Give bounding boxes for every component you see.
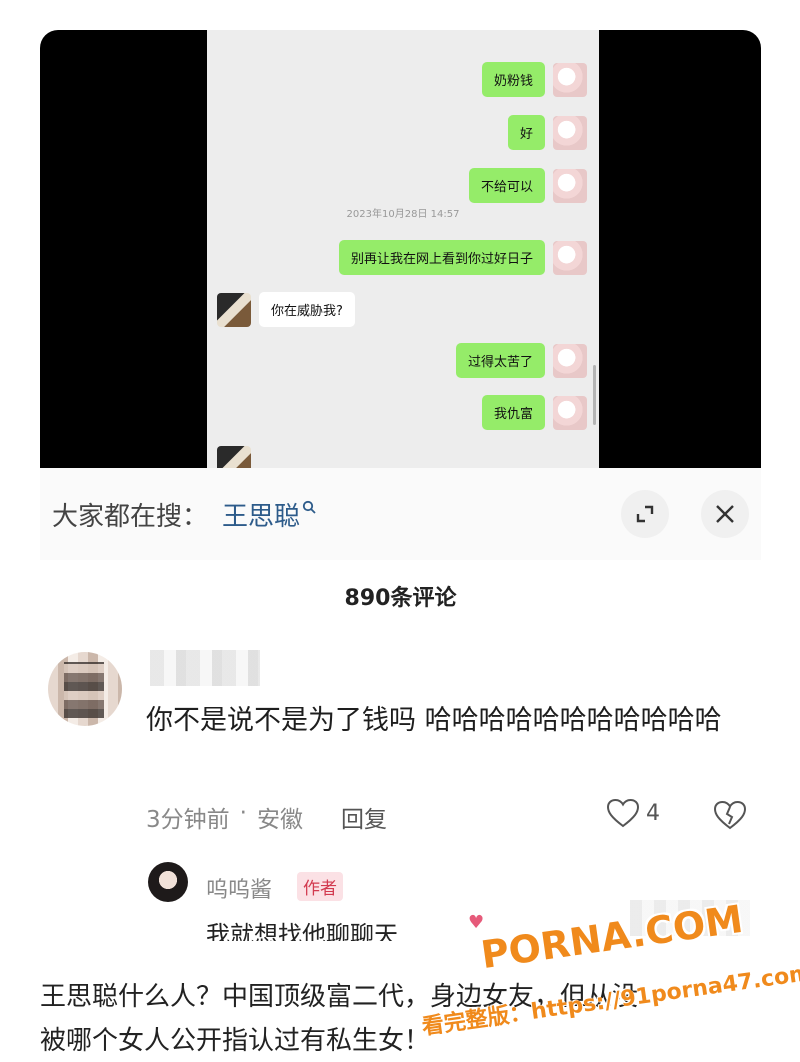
avatar	[553, 395, 587, 430]
close-button[interactable]	[701, 490, 749, 538]
chat-message: 好	[507, 115, 587, 150]
chat-scrollbar	[593, 365, 596, 425]
comments-count-title: 890条评论	[344, 586, 457, 611]
avatar	[217, 446, 251, 468]
chat-screenshot: 奶粉钱 好 不给可以 2023年10月28日 14:57 别再让我在网上看到你过…	[207, 30, 599, 468]
chat-bubble: 你在威胁我?	[259, 292, 355, 327]
chat-message: 不给可以	[468, 168, 587, 203]
video-player[interactable]: 奶粉钱 好 不给可以 2023年10月28日 14:57 别再让我在网上看到你过…	[40, 30, 761, 468]
author-badge: 作者	[297, 872, 343, 901]
chat-bubble: 不给可以	[468, 168, 545, 203]
avatar	[553, 168, 587, 203]
avatar	[553, 343, 587, 378]
expand-button[interactable]	[621, 490, 669, 538]
chat-timestamp: 2023年10月28日 14:57	[346, 209, 460, 220]
reply-button[interactable]: 回复	[341, 800, 387, 834]
chat-message-partial	[217, 446, 259, 468]
chat-bubble: 我仇富	[481, 395, 545, 430]
heart-emoji-icon: ♥	[468, 912, 485, 933]
avatar[interactable]	[48, 652, 122, 726]
reply-author-name[interactable]: 呜呜酱	[206, 872, 272, 904]
avatar	[553, 115, 587, 150]
close-icon	[716, 505, 734, 523]
expand-icon	[636, 505, 654, 523]
search-suggestion-bar: 大家都在搜： 王思聪	[40, 468, 761, 560]
chat-message: 奶粉钱	[481, 62, 587, 97]
watermark-logo: PORNA.COM	[478, 896, 746, 978]
search-term-link[interactable]: 王思聪	[222, 496, 300, 533]
comment-text: 你不是说不是为了钱吗 哈哈哈哈哈哈哈哈哈哈哈	[146, 705, 722, 736]
comment-meta: 3分钟前 · 安徽 回复	[146, 800, 387, 834]
comment-time: 3分钟前	[146, 807, 230, 833]
like-button[interactable]: 4	[606, 798, 660, 828]
chat-message: 你在威胁我?	[217, 292, 355, 327]
chat-bubble: 别再让我在网上看到你过好日子	[338, 240, 545, 275]
chat-bubble: 奶粉钱	[481, 62, 545, 97]
meta-separator: ·	[239, 800, 247, 826]
chat-message: 过得太苦了	[455, 343, 587, 378]
search-icon	[302, 499, 316, 518]
chat-message: 别再让我在网上看到你过好日子	[338, 240, 587, 275]
avatar	[553, 240, 587, 275]
broken-heart-icon	[713, 800, 747, 830]
chat-bubble: 好	[507, 115, 545, 150]
search-label: 大家都在搜：	[52, 501, 209, 532]
comment-location: 安徽	[256, 807, 303, 833]
like-count: 4	[646, 800, 660, 826]
chat-bubble: 过得太苦了	[455, 343, 545, 378]
username-blurred	[150, 650, 260, 686]
reply-text: 我就想找他聊聊天	[206, 921, 398, 941]
avatar	[553, 62, 587, 97]
author-avatar[interactable]	[148, 862, 188, 902]
heart-icon	[606, 798, 640, 828]
chat-message: 我仇富	[481, 395, 587, 430]
avatar	[217, 292, 251, 327]
dislike-button[interactable]	[713, 800, 747, 834]
